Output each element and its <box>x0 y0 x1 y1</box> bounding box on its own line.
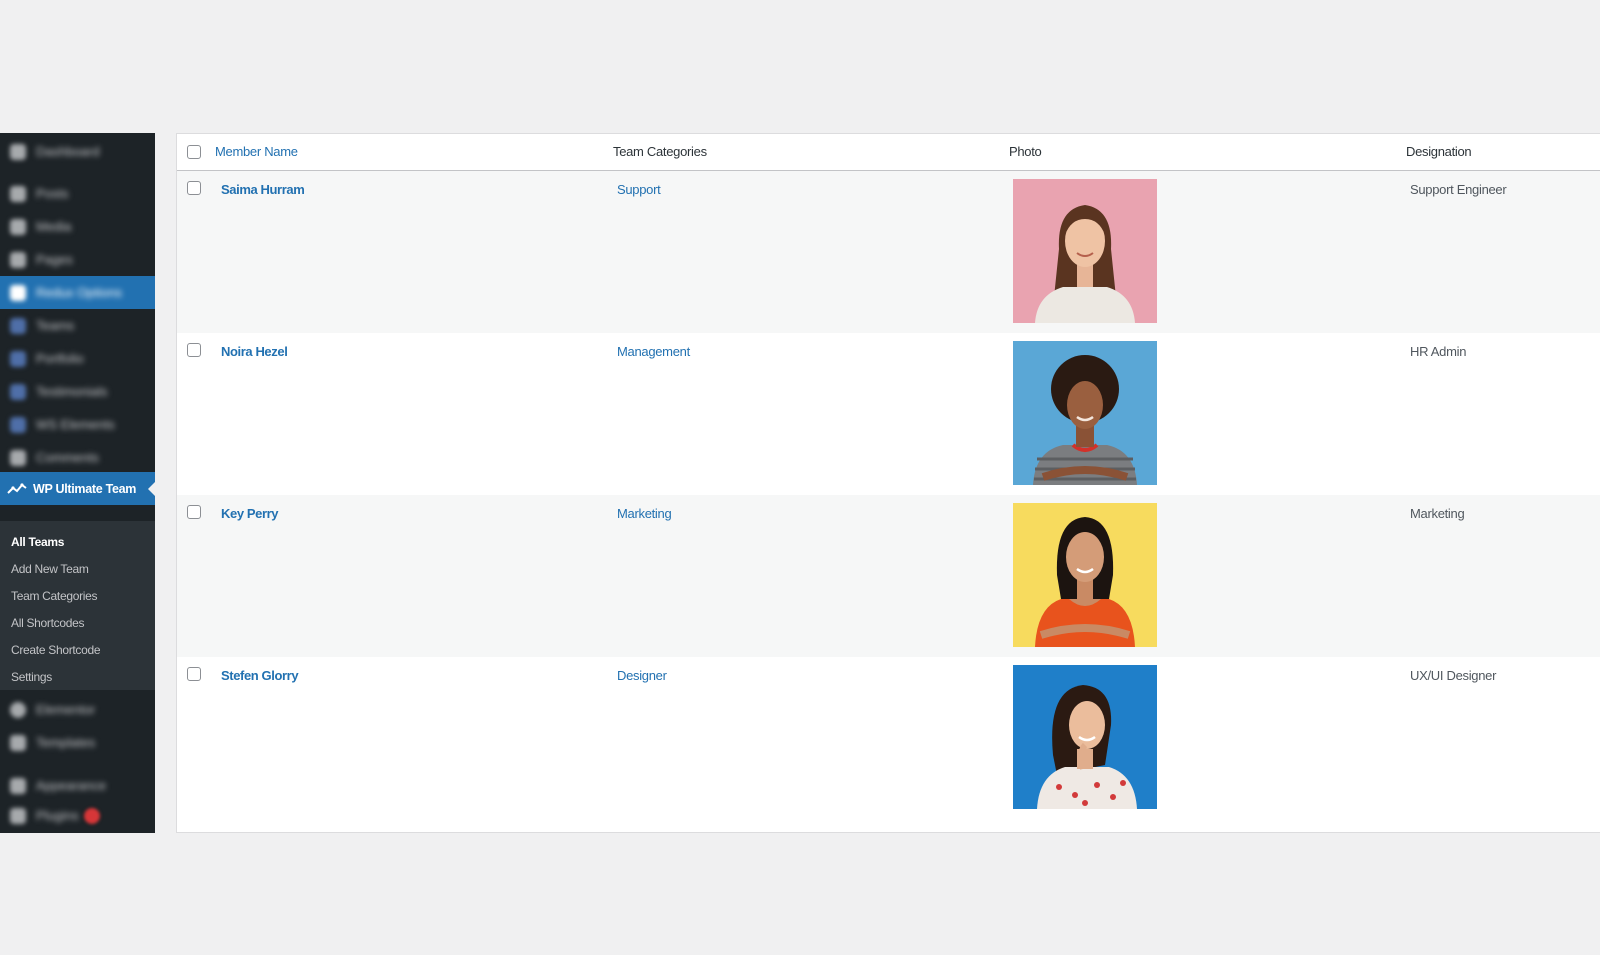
designation-text: Support Engineer <box>1410 182 1507 197</box>
menu-label: WS Elements <box>36 417 115 432</box>
comment-icon <box>10 449 26 466</box>
grid-icon <box>10 350 26 367</box>
team-category-link[interactable]: Support <box>617 182 661 197</box>
table-row: Saima Hurram Support Support Engineer <box>177 171 1600 333</box>
submenu-item-create-shortcode[interactable]: Create Shortcode <box>0 637 155 664</box>
member-name-link[interactable]: Noira Hezel <box>221 344 288 359</box>
menu-label: Comments <box>36 450 99 465</box>
media-icon <box>10 218 26 235</box>
submenu-item-add-new-team[interactable]: Add New Team <box>0 556 155 583</box>
update-count-badge <box>84 808 100 824</box>
menu-label: Dashboard <box>36 144 100 159</box>
member-photo <box>1013 179 1157 323</box>
dashboard-icon <box>10 143 26 160</box>
menu-label: Portfolio <box>36 351 84 366</box>
menu-label: Redux Options <box>36 285 122 300</box>
column-header-designation: Designation <box>1406 144 1472 159</box>
gear-icon <box>10 284 26 301</box>
menu-item-pages[interactable]: Pages <box>0 243 155 276</box>
submenu-wp-ultimate-team: All Teams Add New Team Team Categories A… <box>0 521 155 690</box>
member-photo <box>1013 665 1157 809</box>
menu-label: Pages <box>36 252 73 267</box>
elementor-icon <box>10 701 26 718</box>
menu-item-teams[interactable]: Teams <box>0 309 155 342</box>
designation-text: Marketing <box>1410 506 1465 521</box>
member-name-link[interactable]: Saima Hurram <box>221 182 305 197</box>
menu-item-dashboard[interactable]: Dashboard <box>0 135 155 168</box>
row-checkbox[interactable] <box>187 181 201 195</box>
pin-icon <box>10 185 26 202</box>
submenu-item-all-teams[interactable]: All Teams <box>0 529 155 556</box>
column-header-team-categories: Team Categories <box>613 144 707 159</box>
member-photo <box>1013 503 1157 647</box>
designation-text: UX/UI Designer <box>1410 668 1497 683</box>
menu-label: Teams <box>36 318 75 333</box>
team-members-table: Member Name Team Categories Photo Design… <box>176 133 1600 833</box>
member-name-link[interactable]: Stefen Glorry <box>221 668 299 683</box>
table-row: Stefen Glorry Designer UX/UI Designer <box>177 657 1600 819</box>
team-chart-icon <box>7 482 27 494</box>
folder-icon <box>10 734 26 751</box>
brush-icon <box>10 777 26 794</box>
team-category-link[interactable]: Management <box>617 344 690 359</box>
submenu-item-all-shortcodes[interactable]: All Shortcodes <box>0 610 155 637</box>
table-row: Key Perry Marketing Marketing <box>177 495 1600 657</box>
menu-item-posts[interactable]: Posts <box>0 177 155 210</box>
submenu-item-settings[interactable]: Settings <box>0 664 155 691</box>
grid-icon <box>10 317 26 334</box>
pages-icon <box>10 251 26 268</box>
plugin-icon <box>10 807 26 824</box>
menu-label: Plugins <box>36 808 79 823</box>
menu-item-templates[interactable]: Templates <box>0 726 155 759</box>
menu-item-wp-ultimate-team[interactable]: WP Ultimate Team <box>0 472 155 505</box>
admin-sidebar: Dashboard Posts Media Pages Redux Option… <box>0 133 155 833</box>
grid-icon <box>10 416 26 433</box>
menu-item-ws-elements[interactable]: WS Elements <box>0 408 155 441</box>
submenu-item-team-categories[interactable]: Team Categories <box>0 583 155 610</box>
row-checkbox[interactable] <box>187 343 201 357</box>
grid-icon <box>10 383 26 400</box>
member-name-link[interactable]: Key Perry <box>221 506 279 521</box>
row-checkbox[interactable] <box>187 667 201 681</box>
column-header-member-name[interactable]: Member Name <box>215 134 298 170</box>
menu-item-portfolio[interactable]: Portfolio <box>0 342 155 375</box>
table-row: Noira Hezel Management HR Admin <box>177 333 1600 495</box>
row-checkbox[interactable] <box>187 505 201 519</box>
menu-item-appearance[interactable]: Appearance <box>0 769 155 802</box>
menu-item-plugins[interactable]: Plugins <box>0 799 155 832</box>
menu-label: Media <box>36 219 72 234</box>
menu-item-comments[interactable]: Comments <box>0 441 155 474</box>
menu-label: Templates <box>36 735 96 750</box>
team-category-link[interactable]: Designer <box>617 668 667 683</box>
menu-label: Testimonials <box>36 384 108 399</box>
menu-item-testimonials[interactable]: Testimonials <box>0 375 155 408</box>
menu-label: Posts <box>36 186 69 201</box>
menu-label: WP Ultimate Team <box>33 481 137 496</box>
member-photo <box>1013 341 1157 485</box>
column-header-photo: Photo <box>1009 144 1042 159</box>
menu-item-redux-options[interactable]: Redux Options <box>0 276 155 309</box>
menu-label: Appearance <box>36 778 107 793</box>
menu-item-media[interactable]: Media <box>0 210 155 243</box>
select-all-checkbox[interactable] <box>187 145 201 159</box>
designation-text: HR Admin <box>1410 344 1467 359</box>
table-header: Member Name Team Categories Photo Design… <box>177 134 1600 171</box>
menu-label: Elementor <box>36 702 96 717</box>
team-category-link[interactable]: Marketing <box>617 506 672 521</box>
menu-item-elementor[interactable]: Elementor <box>0 693 155 726</box>
